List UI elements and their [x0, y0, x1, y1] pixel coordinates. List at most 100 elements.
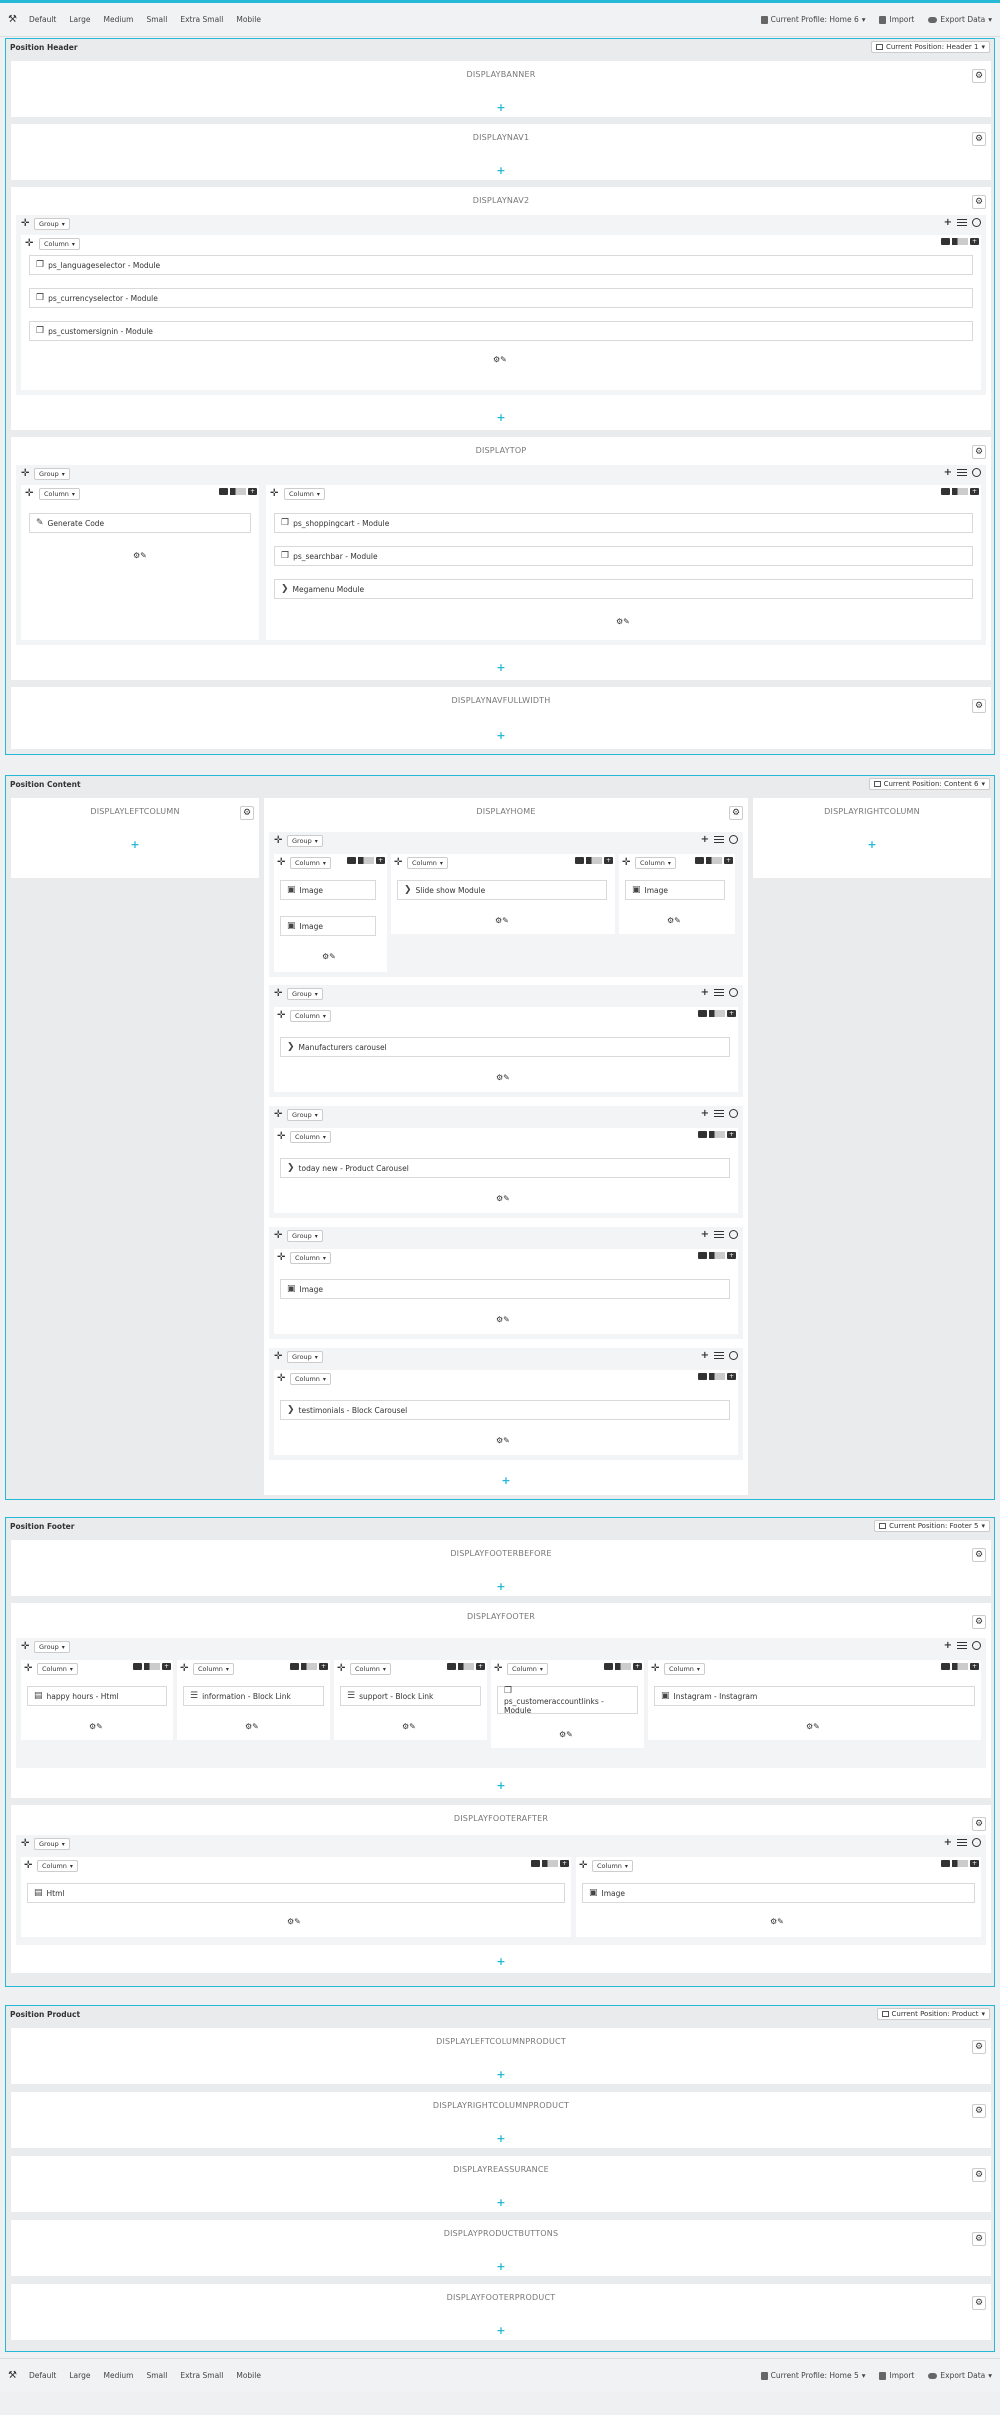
add-column-icon[interactable]: + — [944, 1837, 952, 1848]
move-icon[interactable]: ✛ — [277, 1252, 285, 1263]
module-item[interactable]: ▤ Html — [27, 1883, 565, 1903]
gear-icon[interactable]: ⚙ — [972, 1817, 986, 1831]
column-dropdown[interactable]: Column — [664, 1663, 705, 1675]
move-icon[interactable]: ✛ — [24, 1663, 32, 1674]
column-dropdown[interactable]: Column — [290, 1131, 331, 1143]
plus-icon[interactable]: + — [248, 488, 257, 495]
minus-icon[interactable] — [941, 1663, 950, 1670]
list-icon[interactable] — [957, 1642, 967, 1649]
add-column-icon[interactable]: + — [701, 1229, 709, 1240]
module-item[interactable]: ❯ Manufacturers carousel — [280, 1037, 730, 1057]
module-item[interactable]: ▣ Image — [280, 916, 376, 936]
column-edit-icons[interactable]: ⚙✎ — [806, 1722, 820, 1731]
add-column-icon[interactable]: + — [701, 1108, 709, 1119]
add-plus-icon[interactable]: + — [11, 729, 991, 742]
column-edit-icons[interactable]: ⚙✎ — [493, 355, 507, 364]
device-small[interactable]: Small — [146, 15, 167, 24]
module-item[interactable]: ❯ testimonials - Block Carousel — [280, 1400, 730, 1420]
gear-icon[interactable]: ⚙ — [972, 699, 986, 713]
plus-icon[interactable]: + — [724, 857, 733, 864]
list-icon[interactable] — [714, 1110, 724, 1117]
add-column-icon[interactable]: + — [944, 467, 952, 478]
column-width-controls[interactable]: + — [698, 1131, 736, 1138]
group-dropdown[interactable]: Group — [287, 988, 323, 1000]
move-icon[interactable]: ✛ — [24, 1860, 32, 1871]
plus-icon[interactable]: + — [476, 1663, 485, 1670]
plus-icon[interactable]: + — [727, 1252, 736, 1259]
list-icon[interactable] — [714, 836, 724, 843]
column-width-controls[interactable]: + — [290, 1663, 328, 1670]
minus-icon[interactable] — [447, 1663, 456, 1670]
group-dropdown[interactable]: Group — [34, 218, 70, 230]
minus-icon[interactable] — [698, 1252, 707, 1259]
module-item[interactable]: ▣ Image — [625, 880, 725, 900]
column-edit-icons[interactable]: ⚙✎ — [616, 617, 630, 626]
module-item[interactable]: ☰ support - Block Link — [340, 1686, 481, 1706]
move-icon[interactable]: ✛ — [21, 1641, 29, 1652]
gear-icon[interactable]: ⚙ — [972, 2168, 986, 2182]
device-small[interactable]: Small — [146, 2371, 167, 2380]
move-icon[interactable]: ✛ — [394, 857, 402, 868]
gear-icon[interactable] — [729, 988, 738, 997]
plus-icon[interactable]: + — [727, 1010, 736, 1017]
plus-icon[interactable]: + — [970, 488, 979, 495]
column-width-controls[interactable]: + — [447, 1663, 485, 1670]
gear-icon[interactable]: ⚙ — [972, 445, 986, 459]
column-edit-icons[interactable]: ⚙✎ — [667, 916, 681, 925]
gear-icon[interactable]: ⚙ — [972, 2104, 986, 2118]
column-width-controls[interactable]: + — [219, 488, 257, 495]
add-plus-icon[interactable]: + — [11, 411, 991, 424]
column-dropdown[interactable]: Column — [507, 1663, 548, 1675]
add-plus-icon[interactable]: + — [11, 1580, 991, 1593]
wrench-icon[interactable]: ⚒ — [8, 14, 17, 25]
device-large[interactable]: Large — [69, 15, 90, 24]
plus-icon[interactable]: + — [970, 1663, 979, 1670]
plus-icon[interactable]: + — [727, 1131, 736, 1138]
column-edit-icons[interactable]: ⚙✎ — [495, 916, 509, 925]
add-plus-icon[interactable]: + — [11, 2132, 991, 2145]
group-dropdown[interactable]: Group — [287, 1109, 323, 1121]
move-icon[interactable]: ✛ — [651, 1663, 659, 1674]
column-dropdown[interactable]: Column — [193, 1663, 234, 1675]
device-mobile[interactable]: Mobile — [236, 15, 261, 24]
gear-icon[interactable]: ⚙ — [972, 69, 986, 83]
gear-icon[interactable] — [972, 218, 981, 227]
move-icon[interactable]: ✛ — [274, 1109, 282, 1120]
move-icon[interactable]: ✛ — [180, 1663, 188, 1674]
export-button[interactable]: Export Data ▾ — [928, 15, 992, 24]
minus-icon[interactable] — [133, 1663, 142, 1670]
column-width-controls[interactable]: + — [698, 1252, 736, 1259]
minus-icon[interactable] — [531, 1860, 540, 1867]
column-edit-icons[interactable]: ⚙✎ — [770, 1917, 784, 1926]
module-item[interactable]: ❐ ps_searchbar - Module — [274, 546, 973, 566]
list-icon[interactable] — [957, 219, 967, 226]
list-icon[interactable] — [714, 1231, 724, 1238]
column-width-controls[interactable]: + — [575, 857, 613, 864]
group-dropdown[interactable]: Group — [34, 1641, 70, 1653]
gear-icon[interactable] — [729, 1230, 738, 1239]
column-width-controls[interactable]: + — [941, 238, 979, 245]
device-medium[interactable]: Medium — [103, 2371, 133, 2380]
current-position-dropdown[interactable]: Current Position: Product ▾ — [876, 2008, 990, 2020]
column-dropdown[interactable]: Column — [290, 1252, 331, 1264]
column-dropdown[interactable]: Column — [635, 857, 676, 869]
plus-icon[interactable]: + — [162, 1663, 171, 1670]
device-mobile[interactable]: Mobile — [236, 2371, 261, 2380]
current-position-dropdown[interactable]: Current Position: Footer 5 ▾ — [874, 1520, 990, 1532]
add-plus-icon[interactable]: + — [753, 838, 991, 851]
column-edit-icons[interactable]: ⚙✎ — [133, 551, 147, 560]
module-item[interactable]: ☰ information - Block Link — [183, 1686, 324, 1706]
minus-icon[interactable] — [941, 488, 950, 495]
column-width-controls[interactable]: + — [133, 1663, 171, 1670]
profile-dropdown[interactable]: Current Profile: Home 5 ▾ — [760, 2371, 865, 2380]
plus-icon[interactable]: + — [604, 857, 613, 864]
module-item[interactable]: ❯ Slide show Module — [397, 880, 607, 900]
device-default[interactable]: Default — [29, 2371, 56, 2380]
add-plus-icon[interactable]: + — [11, 661, 991, 674]
gear-icon[interactable] — [729, 1109, 738, 1118]
module-item[interactable]: ❐ ps_customersignin - Module — [29, 321, 973, 341]
gear-icon[interactable]: ⚙ — [972, 132, 986, 146]
group-dropdown[interactable]: Group — [287, 1351, 323, 1363]
plus-icon[interactable]: + — [376, 857, 385, 864]
add-column-icon[interactable]: + — [701, 987, 709, 998]
